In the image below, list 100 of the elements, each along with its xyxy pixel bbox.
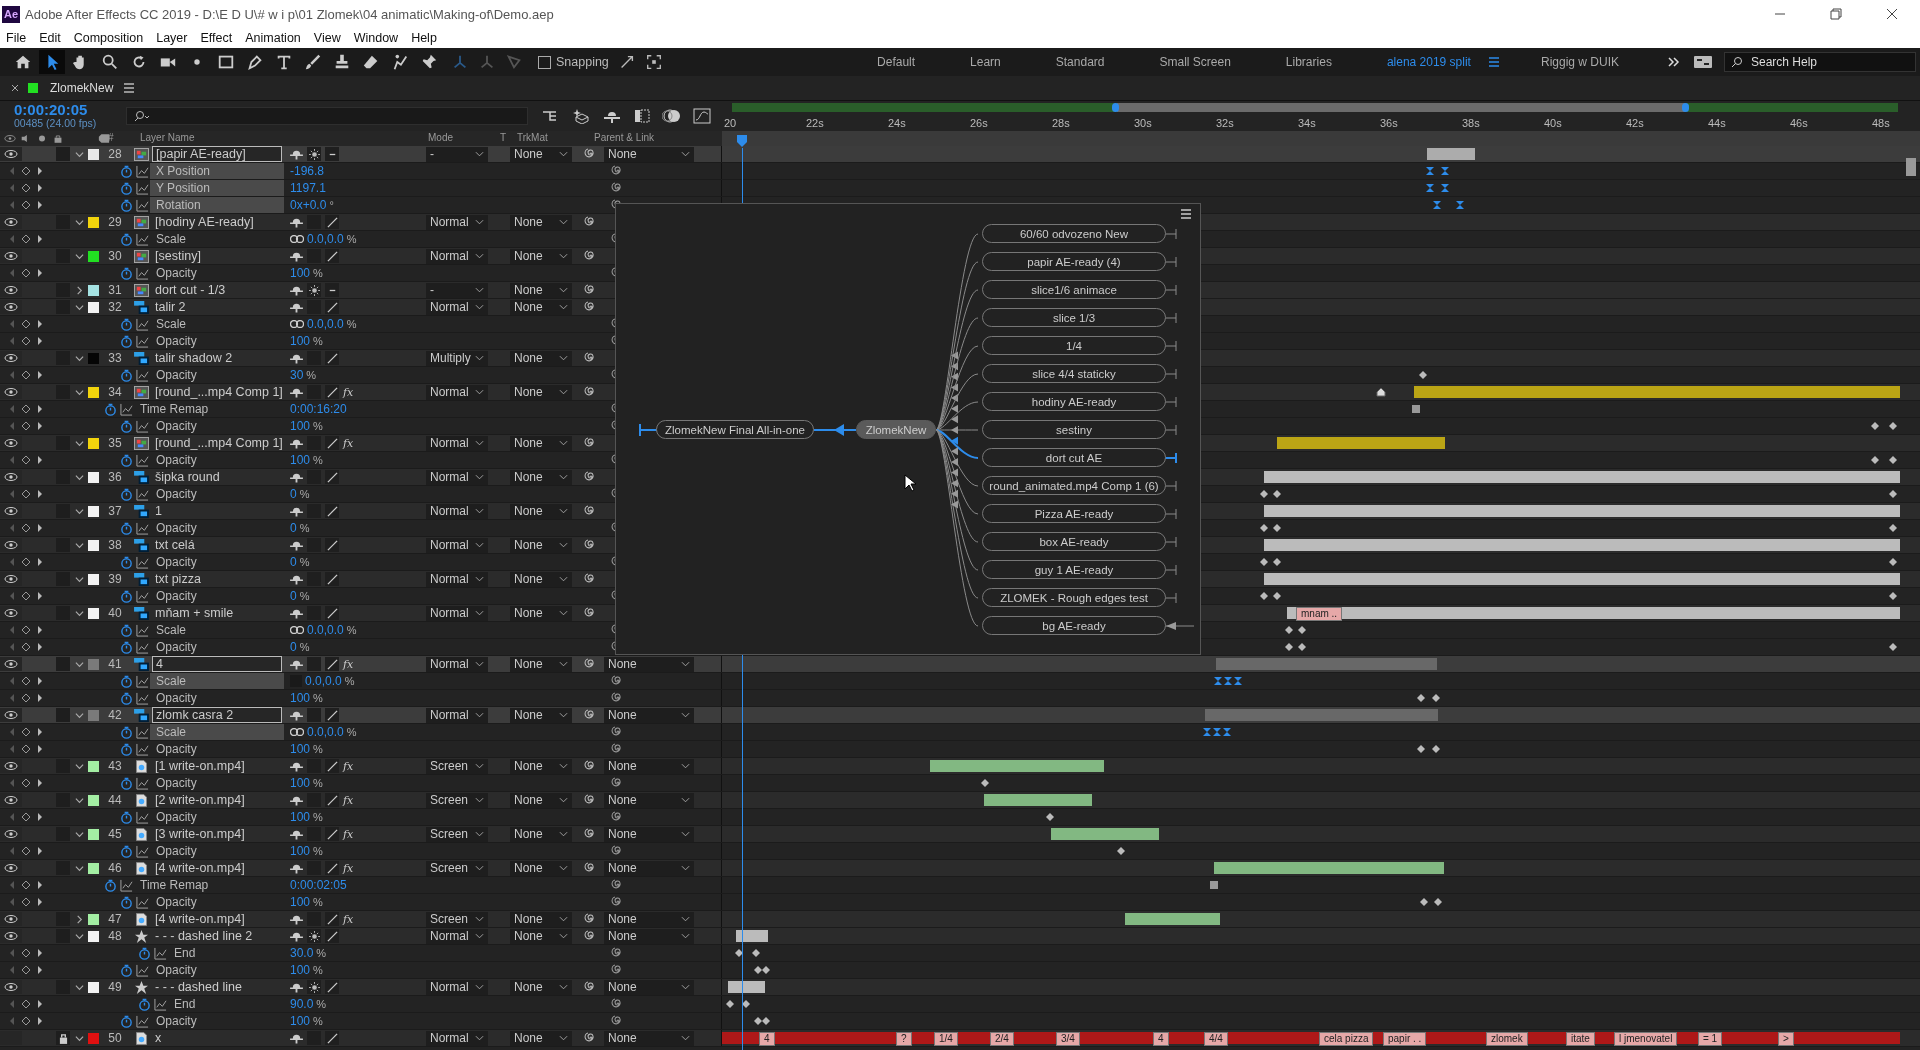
property-name[interactable]: X Position [150, 163, 284, 179]
parent-dropdown[interactable]: None [604, 707, 694, 723]
workspace-tab[interactable]: alena 2019 split [1380, 54, 1477, 70]
flowchart-node[interactable]: Pizza AE-ready [982, 504, 1166, 523]
layer-name[interactable]: txt celá [152, 537, 282, 553]
layer-name[interactable]: mňam + smile [152, 605, 282, 621]
property-value[interactable]: 0 [290, 487, 297, 501]
property-value[interactable]: 0.0,0.0 [307, 232, 344, 246]
mode-dropdown[interactable]: Normal [426, 435, 488, 451]
property-name[interactable]: Opacity [150, 588, 284, 604]
mode-dropdown[interactable]: Normal [426, 248, 488, 264]
parent-dropdown[interactable]: None [604, 979, 694, 995]
mode-dropdown[interactable]: Normal [426, 469, 488, 485]
property-value[interactable]: 100 [290, 742, 311, 756]
workspace-tab[interactable]: Small Screen [1153, 54, 1237, 70]
property-value[interactable]: 1197.1 [290, 181, 326, 195]
track-matte-dropdown[interactable]: None [510, 350, 572, 366]
workspace-tab[interactable]: Riggig w DUIK [1534, 54, 1625, 70]
layer-name[interactable]: - - - dashed line [152, 979, 282, 995]
layer-name[interactable]: [4 write-on.mp4] [152, 860, 282, 876]
marker-label[interactable]: 2/4 [990, 1032, 1014, 1046]
mode-dropdown[interactable]: Screen [426, 758, 488, 774]
layer-name[interactable]: 4 [152, 656, 282, 672]
mode-dropdown[interactable]: Normal [426, 979, 488, 995]
property-name[interactable]: Opacity [150, 843, 284, 859]
menu-item[interactable]: Edit [39, 31, 61, 45]
menu-item[interactable]: View [313, 31, 341, 45]
layer-name[interactable]: [1 write-on.mp4] [152, 758, 282, 774]
track-matte-dropdown[interactable]: None [510, 979, 572, 995]
menu-item[interactable]: Composition [73, 31, 144, 45]
column-header[interactable]: Layer Name [140, 132, 195, 143]
layer-name[interactable]: [4 write-on.mp4] [152, 911, 282, 927]
parent-dropdown[interactable]: None [604, 656, 694, 672]
property-name[interactable]: Scale [150, 724, 284, 740]
track-matte-dropdown[interactable]: None [510, 792, 572, 808]
mode-dropdown[interactable]: Normal [426, 571, 488, 587]
track-matte-dropdown[interactable]: None [510, 826, 572, 842]
parent-dropdown[interactable]: None [604, 758, 694, 774]
property-value[interactable]: 0:00:02:05 [290, 878, 347, 892]
property-name[interactable]: Opacity [150, 894, 284, 910]
mode-dropdown[interactable]: Normal [426, 537, 488, 553]
layer-name[interactable]: zlomk casra 2 [152, 707, 282, 723]
property-name[interactable]: Opacity [150, 962, 284, 978]
property-value[interactable]: 30 [290, 368, 304, 382]
current-time[interactable]: 0:00:20:05 [14, 101, 126, 119]
property-value[interactable]: 100 [290, 266, 311, 280]
property-value[interactable]: 100 [290, 1014, 311, 1028]
flowchart-node[interactable]: slice 1/3 [982, 308, 1166, 327]
layer-name[interactable]: [round_...mp4 Comp 1] [152, 435, 282, 451]
layer-name[interactable]: x [152, 1030, 282, 1046]
flowchart-node[interactable]: slice 4/4 staticky [982, 364, 1166, 383]
track-matte-dropdown[interactable]: None [510, 435, 572, 451]
property-value[interactable]: 30.0 [290, 946, 314, 960]
comp-tab[interactable]: ZlomekNew [50, 81, 114, 95]
marker-label[interactable]: mnam .. [1296, 607, 1343, 621]
property-name[interactable]: Opacity [150, 265, 284, 281]
marker-label[interactable]: itate [1566, 1032, 1595, 1046]
search-help-field[interactable]: Search Help [1724, 52, 1916, 72]
parent-dropdown[interactable]: None [604, 860, 694, 876]
track-matte-dropdown[interactable]: None [510, 758, 572, 774]
mode-dropdown[interactable]: Normal [426, 1030, 488, 1046]
mode-dropdown[interactable]: Normal [426, 605, 488, 621]
marker-label[interactable]: l jmenovatel [1614, 1032, 1678, 1046]
mode-dropdown[interactable]: Normal [426, 503, 488, 519]
property-value[interactable]: 100 [290, 895, 311, 909]
column-header[interactable]: Parent & Link [594, 132, 655, 143]
property-value[interactable]: 0 [290, 555, 297, 569]
flowchart-node[interactable]: hodiny AE-ready [982, 392, 1166, 411]
marker-label[interactable]: 1/4 [934, 1032, 958, 1046]
flowchart-node[interactable]: dort cut AE [982, 448, 1166, 467]
flowchart-node[interactable]: ZLOMEK - Rough edges test [982, 588, 1166, 607]
flowchart-node[interactable]: box AE-ready [982, 532, 1166, 551]
track-matte-dropdown[interactable]: None [510, 248, 572, 264]
marker-label[interactable]: > [1778, 1032, 1794, 1046]
property-name[interactable]: Opacity [150, 775, 284, 791]
track-matte-dropdown[interactable]: None [510, 707, 572, 723]
layer-name[interactable]: 1 [152, 503, 282, 519]
flowchart-node[interactable]: ZlomekNew [856, 420, 936, 439]
flowchart-node[interactable]: slice1/6 animace [982, 280, 1166, 299]
layer-name[interactable]: [round_...mp4 Comp 1] [152, 384, 282, 400]
track-matte-dropdown[interactable]: None [510, 469, 572, 485]
property-name[interactable]: Scale [150, 622, 284, 638]
parent-dropdown[interactable]: None [604, 146, 694, 162]
layer-name[interactable]: [sestiny] [152, 248, 282, 264]
workspace-tab[interactable]: Default [871, 54, 922, 70]
snapping-checkbox[interactable]: Snapping [538, 55, 609, 69]
track-matte-dropdown[interactable]: None [510, 928, 572, 944]
column-header[interactable]: Mode [428, 132, 453, 143]
property-value[interactable]: 0:00:16:20 [290, 402, 347, 416]
property-value[interactable]: 0x+0.0 [290, 198, 327, 212]
property-value[interactable]: 100 [290, 334, 311, 348]
flowchart-node[interactable]: papir AE-ready (4) [982, 252, 1166, 271]
property-name[interactable]: Scale [150, 673, 284, 689]
property-value[interactable]: 90.0 [290, 997, 314, 1011]
marker-label[interactable]: 3/4 [1056, 1032, 1080, 1046]
track-matte-dropdown[interactable]: None [510, 605, 572, 621]
workspace-tab[interactable]: Learn [964, 54, 1007, 70]
marker-label[interactable]: 4 [759, 1032, 775, 1046]
column-header[interactable]: T [500, 132, 507, 143]
menu-item[interactable]: File [6, 31, 27, 45]
